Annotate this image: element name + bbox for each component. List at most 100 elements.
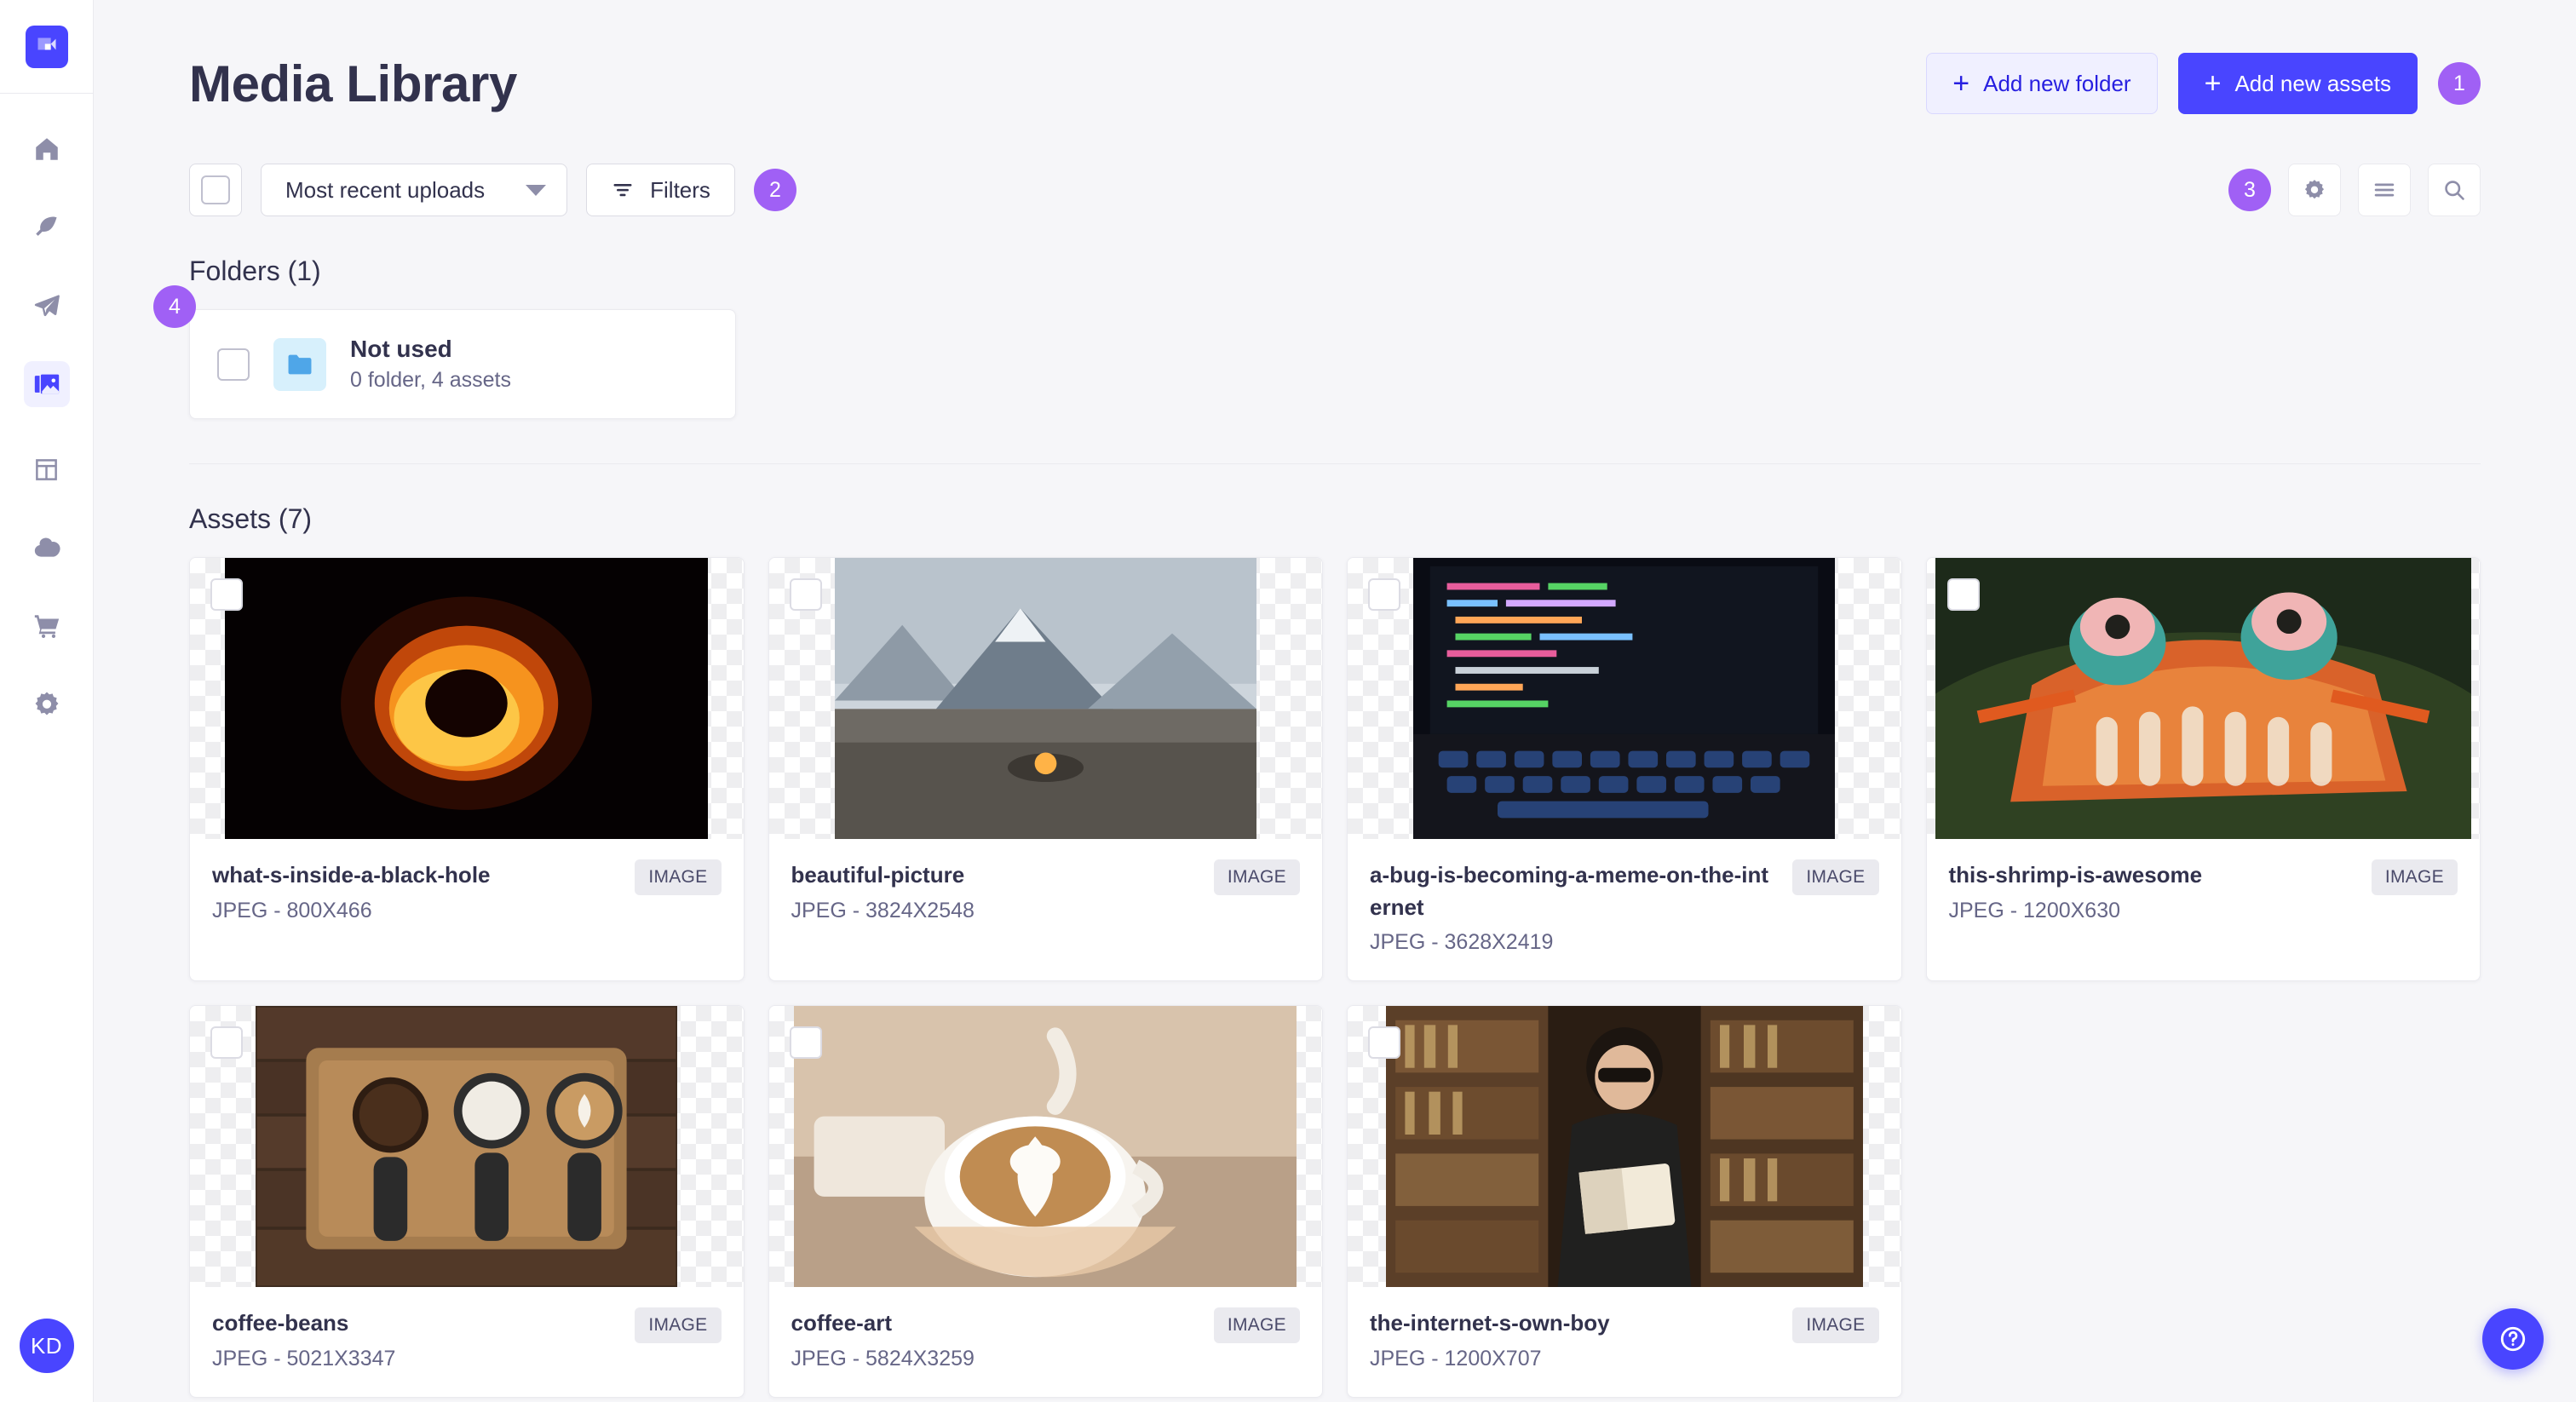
gear-icon xyxy=(2304,180,2325,199)
asset-extension: JPEG - 5021X3347 xyxy=(212,1347,396,1371)
asset-checkbox[interactable] xyxy=(1368,1026,1400,1060)
asset-name: beautiful-picture xyxy=(791,862,965,888)
strapi-logo-icon[interactable] xyxy=(25,25,68,68)
sidebar: KD xyxy=(0,0,94,1402)
asset-card[interactable]: coffee-beans JPEG - 5021X3347 IMAGE xyxy=(189,1005,745,1399)
page-content: Media Library + Add new folder + Add new… xyxy=(94,0,2576,1399)
asset-meta: the-internet-s-own-boy JPEG - 1200X707 I… xyxy=(1348,1287,1901,1397)
list-view-icon xyxy=(2374,183,2395,197)
asset-checkbox[interactable] xyxy=(789,1026,822,1060)
help-button[interactable] xyxy=(2482,1308,2544,1370)
assets-section-title: Assets (7) xyxy=(189,503,313,534)
page-header: Media Library + Add new folder + Add new… xyxy=(189,0,2481,114)
asset-image xyxy=(256,1006,678,1288)
add-new-assets-button[interactable]: + Add new assets xyxy=(2177,53,2418,114)
sidebar-nav-top xyxy=(23,126,70,407)
asset-name: this-shrimp-is-awesome xyxy=(1948,862,2203,888)
sort-select[interactable]: Most recent uploads xyxy=(261,164,568,216)
asset-meta-text: coffee-beans JPEG - 5021X3347 xyxy=(212,1307,621,1371)
asset-checkbox[interactable] xyxy=(1368,578,1400,611)
asset-type-badge: IMAGE xyxy=(1213,1307,1300,1344)
sidebar-item-settings[interactable] xyxy=(24,681,70,727)
folder-card[interactable]: Not used 0 folder, 4 assets xyxy=(189,309,736,419)
annotation-badge-3: 3 xyxy=(2228,169,2271,211)
gear-icon xyxy=(35,692,58,715)
asset-meta-text: the-internet-s-own-boy JPEG - 1200X707 xyxy=(1370,1307,1779,1371)
sidebar-item-content-type-builder[interactable] xyxy=(24,446,70,492)
sidebar-item-deploy[interactable] xyxy=(24,283,70,329)
asset-checkbox[interactable] xyxy=(789,578,822,611)
sidebar-item-home[interactable] xyxy=(24,126,70,172)
asset-thumbnail xyxy=(1926,558,2480,839)
asset-checkbox[interactable] xyxy=(1946,578,1980,611)
filters-button[interactable]: Filters xyxy=(586,164,735,216)
folders-row: 4 Not used 0 folder, 4 assets xyxy=(153,285,2481,419)
asset-name: a-bug-is-becoming-a-meme-on-the-internet xyxy=(1370,862,1768,920)
folder-subtitle: 0 folder, 4 assets xyxy=(350,368,512,392)
chevron-down-icon xyxy=(526,184,547,196)
asset-meta: coffee-beans JPEG - 5021X3347 IMAGE xyxy=(190,1287,744,1397)
add-new-folder-button[interactable]: + Add new folder xyxy=(1926,53,2158,114)
asset-image xyxy=(794,1006,1297,1288)
folders-section-title: Folders (1) xyxy=(189,256,321,286)
asset-name: coffee-art xyxy=(791,1310,892,1336)
search-icon xyxy=(2445,181,2464,200)
asset-image xyxy=(225,558,709,839)
asset-type-badge: IMAGE xyxy=(1792,859,1879,895)
sidebar-item-cloud[interactable] xyxy=(24,525,70,571)
select-all-checkbox[interactable] xyxy=(189,164,242,216)
asset-checkbox[interactable] xyxy=(210,1026,243,1060)
asset-card[interactable]: coffee-art JPEG - 5824X3259 IMAGE xyxy=(768,1005,1323,1399)
asset-card[interactable]: what-s-inside-a-black-hole JPEG - 800X46… xyxy=(189,557,745,982)
folder-icon xyxy=(288,354,312,374)
asset-meta: coffee-art JPEG - 5824X3259 IMAGE xyxy=(769,1287,1323,1397)
header-actions: + Add new folder + Add new assets 1 xyxy=(1926,53,2481,114)
paper-plane-icon xyxy=(34,295,60,317)
asset-type-badge: IMAGE xyxy=(635,859,722,895)
folder-checkbox[interactable] xyxy=(217,348,250,381)
asset-thumbnail xyxy=(1348,558,1901,839)
asset-image xyxy=(1935,558,2471,839)
sidebar-item-marketplace[interactable] xyxy=(24,603,70,649)
settings-button[interactable] xyxy=(2288,164,2341,216)
asset-name: what-s-inside-a-black-hole xyxy=(212,862,491,888)
asset-type-badge: IMAGE xyxy=(2371,859,2458,895)
asset-checkbox[interactable] xyxy=(210,578,243,611)
list-view-button[interactable] xyxy=(2358,164,2411,216)
asset-thumbnail xyxy=(190,558,744,839)
asset-extension: JPEG - 5824X3259 xyxy=(791,1347,975,1371)
asset-name: coffee-beans xyxy=(212,1310,349,1336)
feather-pen-icon xyxy=(35,216,57,236)
asset-meta: what-s-inside-a-black-hole JPEG - 800X46… xyxy=(190,839,744,949)
toolbar-left: Most recent uploads Filters 2 xyxy=(189,164,796,216)
asset-name: the-internet-s-own-boy xyxy=(1370,1310,1610,1336)
asset-thumbnail xyxy=(1348,1006,1901,1288)
asset-type-badge: IMAGE xyxy=(635,1307,722,1344)
folder-icon-wrap xyxy=(273,337,326,391)
page-title: Media Library xyxy=(189,55,517,112)
sidebar-item-content-manager[interactable] xyxy=(24,204,70,250)
asset-extension: JPEG - 1200X707 xyxy=(1370,1347,1542,1371)
toolbar-right: 3 xyxy=(2228,164,2481,216)
add-new-folder-label: Add new folder xyxy=(1983,70,2131,96)
logo-area xyxy=(0,0,93,94)
sidebar-item-media-library[interactable] xyxy=(23,361,70,407)
plus-icon: + xyxy=(1952,67,1970,100)
help-question-icon xyxy=(2500,1326,2526,1352)
section-divider xyxy=(189,463,2481,464)
avatar[interactable]: KD xyxy=(19,1319,74,1373)
app-root: KD Media Library + Add new folder + Add … xyxy=(0,0,2576,1402)
asset-thumbnail xyxy=(768,558,1322,839)
sort-select-value: Most recent uploads xyxy=(285,176,486,203)
asset-card[interactable]: the-internet-s-own-boy JPEG - 1200X707 I… xyxy=(1347,1005,1902,1399)
asset-card[interactable]: this-shrimp-is-awesome JPEG - 1200X630 I… xyxy=(1925,557,2481,982)
shopping-cart-icon xyxy=(34,615,59,639)
asset-meta: beautiful-picture JPEG - 3824X2548 IMAGE xyxy=(769,839,1323,949)
asset-card[interactable]: a-bug-is-becoming-a-meme-on-the-internet… xyxy=(1347,557,1902,982)
asset-thumbnail xyxy=(190,1006,744,1288)
asset-card[interactable]: beautiful-picture JPEG - 3824X2548 IMAGE xyxy=(768,557,1323,982)
sidebar-nav-bottom xyxy=(24,446,70,727)
search-button[interactable] xyxy=(2428,164,2481,216)
asset-extension: JPEG - 3628X2419 xyxy=(1370,930,1554,955)
home-icon xyxy=(35,138,58,160)
